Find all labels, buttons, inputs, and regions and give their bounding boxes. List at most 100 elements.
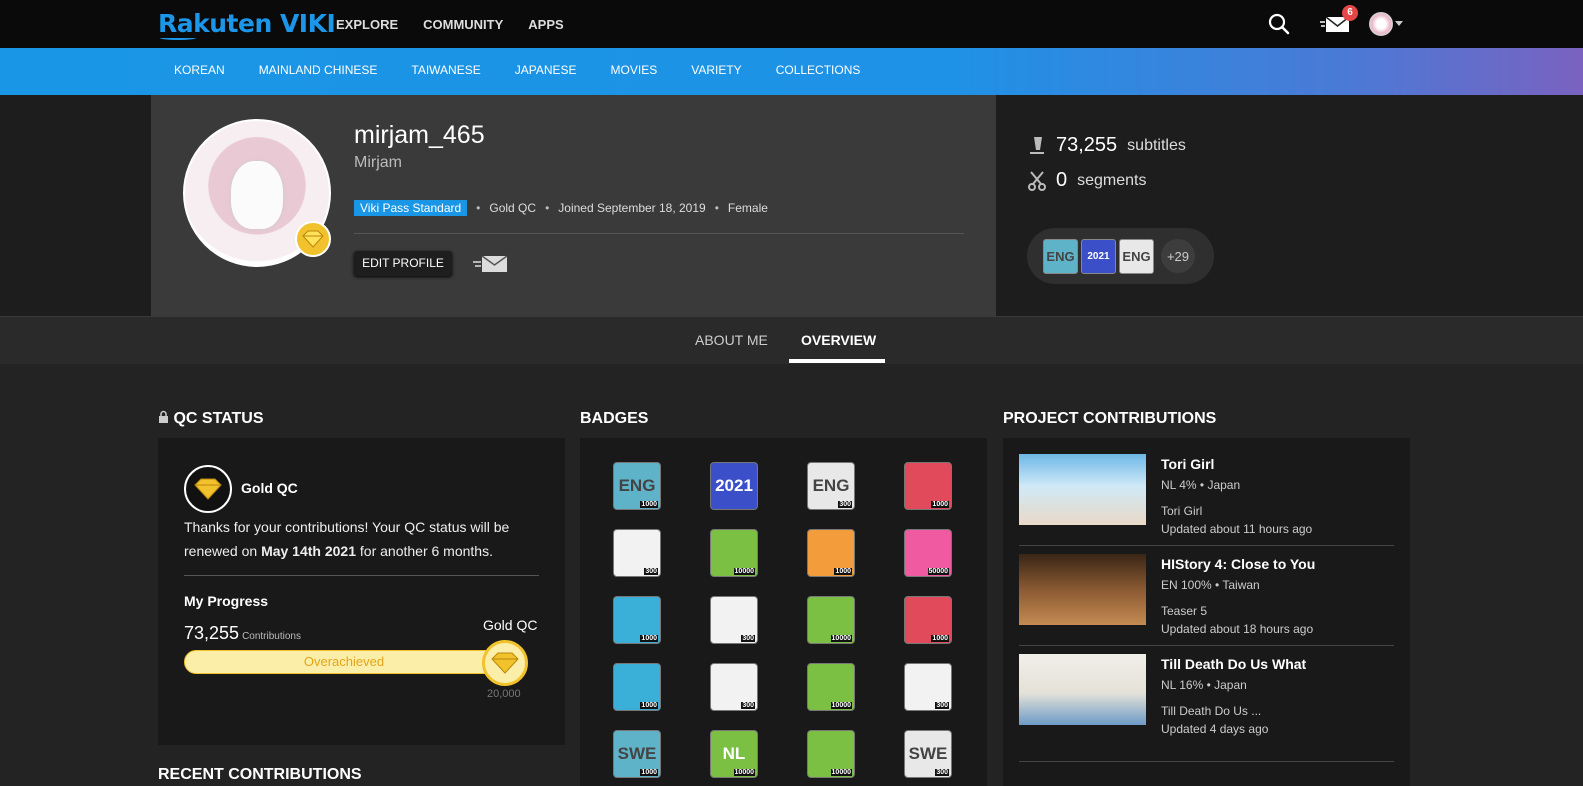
progress-title: My Progress [184,593,269,609]
viki-logo[interactable]: Rakuten VIKI [158,9,336,38]
badge-item[interactable]: SWE 1000 [613,730,661,778]
badge-item[interactable]: 300 [613,529,661,577]
more-badges-count[interactable]: +29 [1161,239,1195,273]
project-meta: NL 4% • Japan [1161,478,1241,492]
badge-item[interactable]: 1000 [904,596,952,644]
project-title[interactable]: Tori Girl [1161,456,1214,472]
divider [1019,645,1394,646]
mail-count-badge: 6 [1342,5,1358,21]
badge-count: 1000 [834,568,852,575]
category-taiwanese[interactable]: TAIWANESE [411,63,480,77]
badge-count: 10000 [830,635,852,642]
qc-renewal-text: Thanks for your contributions! Your QC s… [184,515,544,563]
badge-item[interactable]: 1000 [613,663,661,711]
separator-dot: • [545,201,550,215]
badge-item[interactable]: 10000 [807,663,855,711]
divider [354,233,964,234]
profile-tabs: ABOUT ME OVERVIEW [0,316,1583,364]
qc-status-heading: QC STATUS [158,410,264,428]
segments-label: segments [1077,171,1147,189]
main-nav: EXPLORE COMMUNITY APPS [336,17,564,32]
profile-username: mirjam_465 [354,121,485,149]
send-message-icon[interactable] [472,254,508,274]
badge-count: 300 [838,501,852,508]
badge-count: 1000 [640,501,658,508]
badge-label: ENG [812,476,850,495]
badge-item[interactable]: 10000 [807,730,855,778]
badge-count: 300 [741,635,755,642]
viki-pass-badge[interactable]: Viki Pass Standard [354,200,468,216]
mini-badge-2021: 2021 [1081,238,1116,274]
nav-community[interactable]: COMMUNITY [423,17,503,32]
category-variety[interactable]: VARIETY [691,63,741,77]
project-meta: EN 100% • Taiwan [1161,578,1260,592]
badge-item[interactable]: 300 [904,663,952,711]
scissors-icon [1028,170,1046,191]
divider [184,575,539,576]
contributions-count: 73,255 [184,623,240,643]
edit-profile-button[interactable]: EDIT PROFILE [354,251,452,276]
badge-item[interactable]: 2021 [710,462,758,510]
badge-item[interactable]: ENG 300 [807,462,855,510]
category-movies[interactable]: MOVIES [611,63,658,77]
project-episode[interactable]: Teaser 5 [1161,604,1207,618]
profile-joined: Joined September 18, 2019 [558,201,706,215]
badge-count: 10000 [733,568,755,575]
qc-renewal-date: May 14th 2021 [261,543,357,559]
contributions-label: Contributions [242,631,301,642]
tab-about-me[interactable]: ABOUT ME [695,332,768,348]
profile-display-name: Mirjam [354,154,402,171]
project-episode[interactable]: Tori Girl [1161,504,1202,518]
active-tab-indicator [789,359,885,363]
progress-bar: Overachieved [184,650,504,674]
badge-item[interactable]: 1000 [807,529,855,577]
project-thumbnail[interactable] [1019,654,1146,725]
badge-item[interactable]: SWE 300 [904,730,952,778]
badge-item[interactable]: 1000 [904,462,952,510]
badge-item[interactable]: 300 [710,663,758,711]
badge-item[interactable]: ENG 1000 [613,462,661,510]
nav-apps[interactable]: APPS [528,17,563,32]
badge-count: 300 [935,769,949,776]
category-korean[interactable]: KOREAN [174,63,225,77]
badge-count: 1000 [931,635,949,642]
profile-gender: Female [727,201,768,215]
category-nav: KOREAN MAINLAND CHINESE TAIWANESE JAPANE… [174,63,860,77]
category-mainland-chinese[interactable]: MAINLAND CHINESE [259,63,378,77]
tab-overview[interactable]: OVERVIEW [801,332,876,348]
badge-item[interactable]: NL 10000 [710,730,758,778]
badge-item[interactable]: 10000 [710,529,758,577]
project-episode[interactable]: Till Death Do Us ... [1161,704,1261,718]
category-japanese[interactable]: JAPANESE [515,63,577,77]
segments-count: 0 [1056,169,1068,191]
badge-item[interactable]: 50000 [904,529,952,577]
user-avatar-menu[interactable] [1369,12,1393,36]
project-thumbnail[interactable] [1019,554,1146,625]
qc-status-title: QC STATUS [173,410,264,427]
badges-grid: ENG 1000 2021 ENG 300 1000 300 10000 1000 50000 10… [613,462,952,778]
separator-dot: • [714,201,719,215]
badge-count: 1000 [640,769,658,776]
profile-qc-level: Gold QC [489,201,537,215]
project-title[interactable]: HIStory 4: Close to You [1161,556,1315,572]
project-updated: Updated about 18 hours ago [1161,622,1314,636]
logo-swoosh [160,36,196,40]
chevron-down-icon[interactable] [1395,21,1403,26]
avatar-cat-image [231,161,283,229]
category-collections[interactable]: COLLECTIONS [776,63,861,77]
featured-badges[interactable]: ENG 2021 ENG +29 [1027,228,1214,284]
mini-badge-eng-1000: ENG [1043,238,1078,274]
project-contributions-title: PROJECT CONTRIBUTIONS [1003,410,1217,427]
progress-goal-label: Gold QC [483,617,538,633]
nav-explore[interactable]: EXPLORE [336,17,398,32]
badge-item[interactable]: 10000 [807,596,855,644]
gold-qc-gem-icon [184,465,232,513]
project-thumbnail[interactable] [1019,454,1146,525]
badge-item[interactable]: 300 [710,596,758,644]
progress-gem-icon [482,640,528,686]
badge-count: 10000 [830,769,852,776]
badge-item[interactable]: 1000 [613,596,661,644]
project-updated: Updated about 11 hours ago [1161,522,1313,536]
search-icon[interactable] [1268,13,1290,35]
project-title[interactable]: Till Death Do Us What [1161,656,1306,672]
